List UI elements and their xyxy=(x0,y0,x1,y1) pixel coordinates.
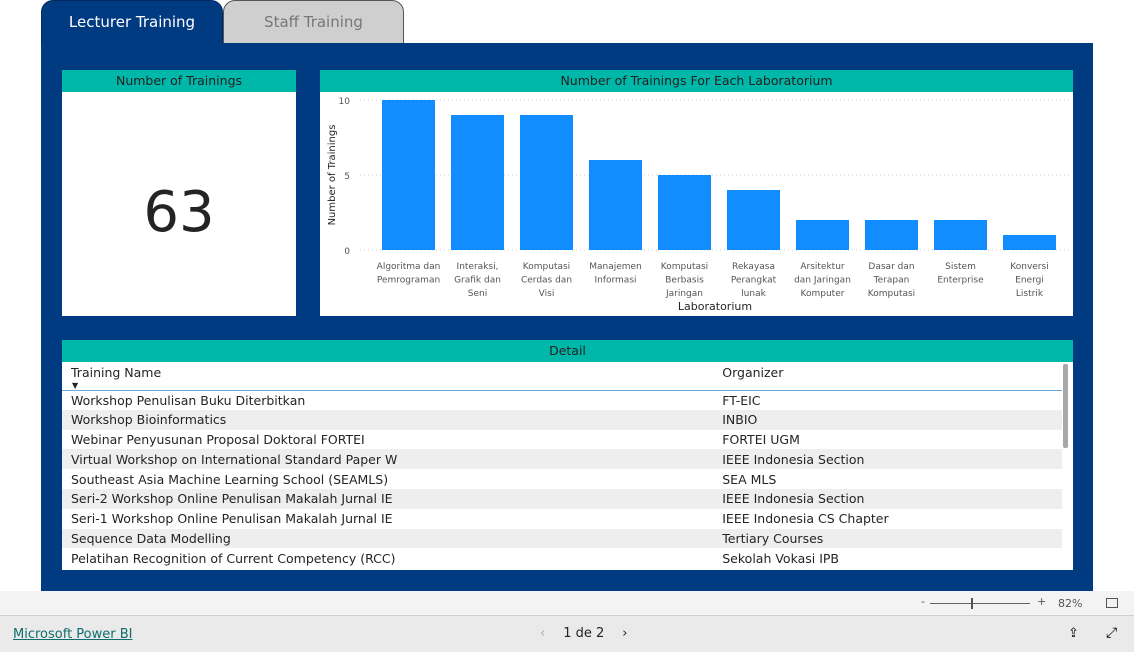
share-icon[interactable]: ⇪ xyxy=(1068,626,1079,641)
x-axis-label: Laboratorium xyxy=(678,300,752,313)
kpi-value: 63 xyxy=(143,180,215,245)
bar-chart: 0 5 10 Number of Trainings Algoritma dan Pemr… xyxy=(327,97,1070,313)
y-tick-label: 5 xyxy=(344,172,350,182)
training-name-cell: Pelatihan Recognition of Current Compete… xyxy=(71,550,396,566)
x-tick-label: Dasar dan Terapan Komputasi xyxy=(868,262,915,299)
bar xyxy=(796,220,849,250)
training-name-cell: Workshop Bioinformatics xyxy=(62,409,714,430)
column-header-training-name[interactable]: Training Name ▼ xyxy=(62,362,714,391)
bar xyxy=(727,190,780,250)
previous-page-button[interactable]: ‹ xyxy=(540,626,545,641)
tab-staff-training[interactable]: Staff Training xyxy=(223,0,404,44)
bar xyxy=(520,115,573,250)
x-tick-label: Manajemen Informasi xyxy=(589,262,642,286)
next-page-button[interactable]: › xyxy=(622,626,627,641)
x-tick-label: Komputasi Berbasis Jaringan xyxy=(661,262,708,299)
training-name-cell: Seri-2 Workshop Online Penulisan Makalah… xyxy=(62,488,714,509)
tab-lecturer-training[interactable]: Lecturer Training xyxy=(41,0,223,44)
bar xyxy=(865,220,918,250)
training-name-cell: Seri-1 Workshop Online Penulisan Makalah… xyxy=(71,511,393,527)
column-label: Training Name xyxy=(71,365,162,380)
organizer-cell: IEEE Indonesia Section xyxy=(713,488,1062,509)
training-name-cell: Virtual Workshop on International Standa… xyxy=(62,449,714,470)
kpi-title: Number of Trainings xyxy=(62,70,296,92)
zoom-in-button[interactable]: + xyxy=(1037,595,1046,608)
x-tick-label: Komputasi Cerdas dan Visi xyxy=(521,262,572,299)
table-row[interactable]: Workshop Bioinformatics INBIO xyxy=(62,409,1062,430)
zoom-slider-thumb[interactable] xyxy=(971,598,973,609)
footer: Microsoft Power BI ‹ 1 de 2 › ⇪ ⤢ xyxy=(0,616,1134,652)
table-row[interactable]: Seri-1 Workshop Online Penulisan Makalah… xyxy=(62,509,1062,529)
bar-chart-card: Number of Trainings For Each Laboratoriu… xyxy=(320,70,1073,316)
power-bi-link[interactable]: Microsoft Power BI xyxy=(13,627,132,642)
organizer-cell: FT-EIC xyxy=(722,392,761,408)
detail-table-card: Detail Training Name ▼ Organizer Workshop… xyxy=(62,340,1073,570)
kpi-card: Number of Trainings 63 xyxy=(62,70,296,316)
bar xyxy=(934,220,987,250)
bar xyxy=(451,115,504,250)
x-tick-label: Rekayasa Perangkat lunak xyxy=(731,262,777,299)
page-navigator: ‹ 1 de 2 › xyxy=(540,626,627,641)
bar xyxy=(382,100,435,250)
scrollbar[interactable] xyxy=(1063,364,1068,448)
organizer-cell: FORTEI UGM xyxy=(722,431,800,447)
training-name-cell: Workshop Penulisan Buku Diterbitkan xyxy=(71,392,306,408)
y-tick-label: 0 xyxy=(344,247,350,257)
column-header-organizer[interactable]: Organizer xyxy=(713,362,1062,391)
page-indicator: 1 de 2 xyxy=(563,626,605,641)
training-name-cell: Sequence Data Modelling xyxy=(62,528,714,549)
fit-to-page-icon[interactable] xyxy=(1106,598,1118,608)
table-row[interactable]: Seri-2 Workshop Online Penulisan Makalah… xyxy=(62,488,1062,509)
organizer-cell: IEEE Indonesia CS Chapter xyxy=(722,511,889,527)
table-row[interactable]: Sequence Data Modelling Tertiary Courses xyxy=(62,528,1062,549)
table-row[interactable]: Southeast Asia Machine Learning School (… xyxy=(62,469,1062,489)
x-tick-label: Arsitektur dan Jaringan Komputer xyxy=(794,262,851,299)
x-tick-label: Sistem Enterprise xyxy=(937,262,984,286)
bar xyxy=(658,175,711,250)
organizer-cell: IEEE Indonesia Section xyxy=(713,449,1062,470)
detail-table: Training Name ▼ Organizer Workshop Penuli… xyxy=(62,362,1062,568)
organizer-cell: INBIO xyxy=(713,409,1062,430)
organizer-cell: Sekolah Vokasi IPB xyxy=(722,550,840,566)
table-row[interactable]: Pelatihan Recognition of Current Compete… xyxy=(62,548,1062,568)
detail-title: Detail xyxy=(62,340,1073,362)
organizer-cell: SEA MLS xyxy=(722,471,777,487)
y-axis-label: Number of Trainings xyxy=(327,125,338,226)
table-row[interactable]: Webinar Penyusunan Proposal Doktoral FOR… xyxy=(62,430,1062,450)
zoom-slider[interactable] xyxy=(930,598,1030,609)
fullscreen-icon[interactable]: ⤢ xyxy=(1106,625,1117,641)
report-canvas: Number of Trainings 63 Number of Trainin… xyxy=(41,43,1093,591)
x-tick-label: Konversi Energi Listrik xyxy=(1010,262,1048,299)
y-tick-label: 10 xyxy=(339,97,351,107)
sort-descending-icon: ▼ xyxy=(72,381,79,390)
x-tick-label: Algoritma dan Pemrograman xyxy=(377,262,441,286)
organizer-cell: Tertiary Courses xyxy=(713,528,1062,549)
zoom-bar: - + 82% xyxy=(0,591,1134,616)
training-name-cell: Southeast Asia Machine Learning School (… xyxy=(71,471,389,487)
table-row[interactable]: Workshop Penulisan Buku Diterbitkan FT-EI… xyxy=(62,390,1062,410)
chart-title: Number of Trainings For Each Laboratoriu… xyxy=(320,70,1073,92)
x-tick-label: Interaksi, Grafik dan Seni xyxy=(454,262,501,299)
bar xyxy=(1003,235,1056,250)
table-row[interactable]: Virtual Workshop on International Standa… xyxy=(62,449,1062,470)
bar xyxy=(589,160,642,250)
zoom-level: 82% xyxy=(1058,597,1083,610)
zoom-out-button[interactable]: - xyxy=(921,595,925,608)
training-name-cell: Webinar Penyusunan Proposal Doktoral FOR… xyxy=(71,431,365,447)
